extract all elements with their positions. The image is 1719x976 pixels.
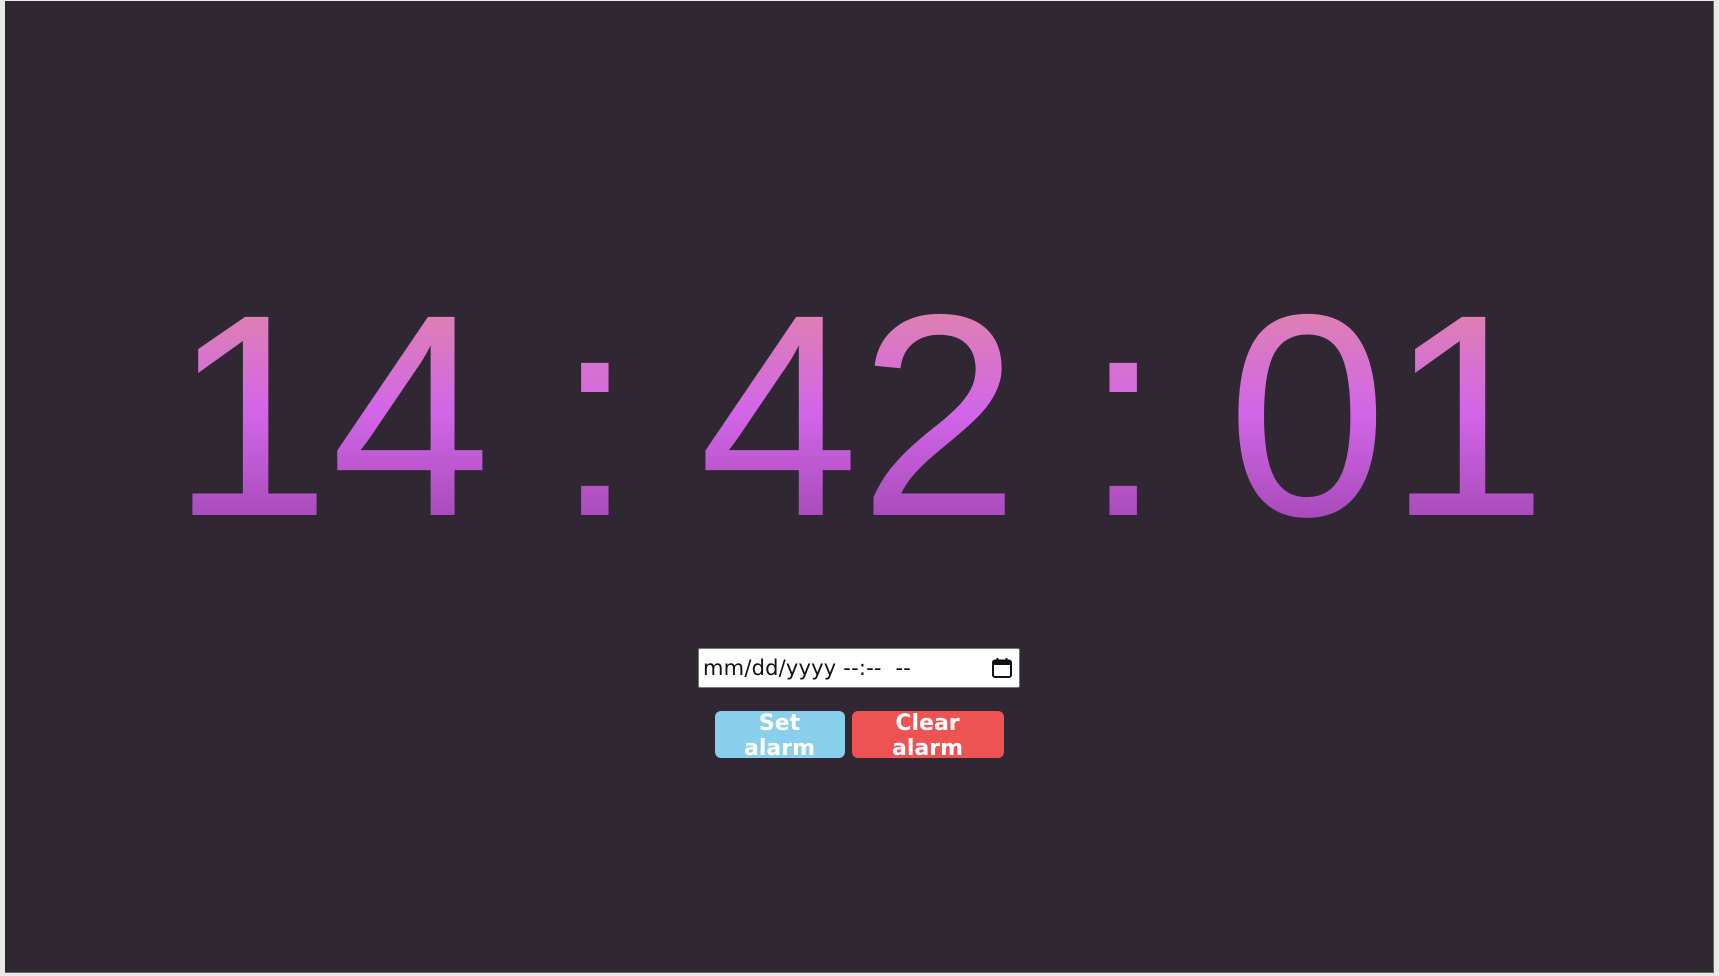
- clear-alarm-button[interactable]: Clear alarm: [851, 711, 1004, 761]
- clock-hours: 14: [170, 255, 491, 577]
- digital-clock: 14 : 42 : 01: [5, 255, 1713, 577]
- alarm-datetime-input[interactable]: mm/dd/yyyy --:-- --: [698, 648, 1020, 688]
- alarm-buttons: Set alarm Clear alarm: [714, 711, 1004, 761]
- clock-separator: :: [1083, 255, 1164, 577]
- alarm-controls: mm/dd/yyyy --:-- -- Set alarm Clear alar…: [5, 648, 1713, 761]
- clock-seconds: 01: [1227, 255, 1548, 577]
- calendar-icon[interactable]: [991, 657, 1013, 679]
- clock-separator: :: [554, 255, 635, 577]
- clock-minutes: 42: [698, 255, 1020, 577]
- datetime-placeholder: mm/dd/yyyy --:-- --: [703, 656, 912, 680]
- set-alarm-button[interactable]: Set alarm: [714, 711, 845, 761]
- app-window: 14 : 42 : 01 mm/dd/yyyy --:-- -- Set ala…: [5, 1, 1714, 973]
